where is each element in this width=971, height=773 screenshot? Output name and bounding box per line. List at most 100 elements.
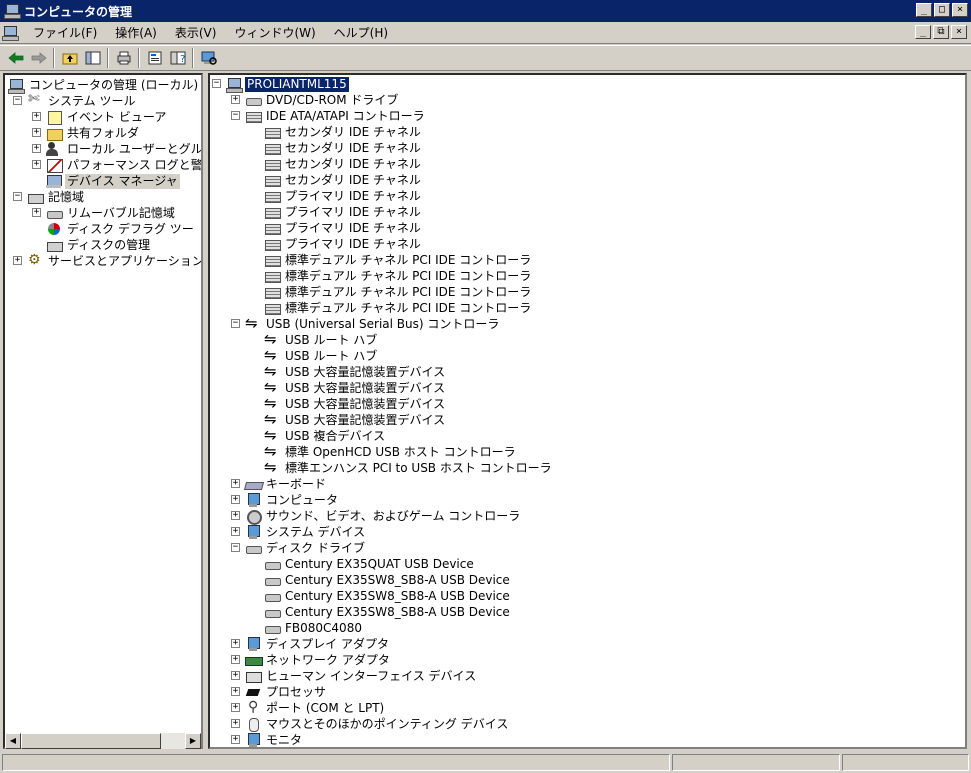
tree-item[interactable]: IDE ATA/ATAPI コントローラ — [245, 108, 427, 124]
expand-toggle[interactable]: + — [32, 128, 41, 137]
collapse-toggle[interactable]: − — [13, 192, 22, 201]
expand-toggle[interactable]: + — [231, 687, 240, 696]
tree-item[interactable]: ディスク ドライブ — [245, 540, 367, 556]
mdi-minimize-button[interactable]: _ — [915, 25, 931, 39]
tree-item[interactable]: キーボード — [245, 476, 328, 492]
tree-item[interactable]: ディスク デフラグ ツー — [46, 221, 196, 237]
expand-toggle[interactable]: + — [231, 639, 240, 648]
forward-icon[interactable] — [27, 47, 50, 69]
tree-item[interactable]: コンピュータ — [245, 492, 340, 508]
tree-item[interactable]: プライマリ IDE チャネル — [264, 220, 423, 236]
menu-window[interactable]: ウィンドウ(W) — [225, 23, 324, 43]
properties-icon[interactable] — [143, 47, 166, 69]
expand-toggle[interactable]: + — [13, 256, 22, 265]
minimize-button[interactable]: _ — [916, 3, 932, 17]
tree-item[interactable]: プロセッサ — [245, 684, 328, 700]
expand-toggle[interactable]: + — [32, 112, 41, 121]
expand-toggle[interactable]: + — [231, 735, 240, 744]
tree-item[interactable]: FB080C4080 — [264, 620, 364, 636]
tree-item[interactable]: マウスとそのほかのポインティング デバイス — [245, 716, 510, 732]
expand-toggle[interactable]: + — [231, 703, 240, 712]
tree-item[interactable]: イベント ビューア — [46, 109, 168, 125]
tree-item[interactable]: ネットワーク アダプタ — [245, 652, 392, 668]
tree-item[interactable]: 共有フォルダ — [46, 125, 141, 141]
menu-action[interactable]: 操作(A) — [106, 23, 166, 43]
expand-toggle[interactable]: + — [231, 719, 240, 728]
expand-toggle[interactable]: + — [231, 479, 240, 488]
expand-toggle[interactable]: + — [32, 160, 41, 169]
menu-help[interactable]: ヘルプ(H) — [325, 23, 397, 43]
expand-toggle[interactable]: + — [231, 671, 240, 680]
tree-item[interactable]: 標準デュアル チャネル PCI IDE コントローラ — [264, 252, 533, 268]
device-tree-pane[interactable]: − PROLIANTML115 + DVD/CD-ROM ドライブ − IDE ATA/A… — [208, 73, 967, 749]
scroll-right-button[interactable]: ▶ — [185, 733, 201, 749]
collapse-toggle[interactable]: − — [231, 111, 240, 120]
collapse-toggle[interactable]: − — [212, 79, 221, 88]
tree-item[interactable]: USB 大容量記憶装置デバイス — [264, 378, 447, 396]
tree-item[interactable]: ディスクの管理 — [46, 237, 152, 253]
tree-item[interactable]: ディスプレイ アダプタ — [245, 636, 391, 652]
close-button[interactable]: × — [952, 3, 968, 17]
menu-file[interactable]: ファイル(F) — [24, 23, 106, 43]
tree-item[interactable]: サービスとアプリケーション — [27, 252, 201, 269]
tree-item[interactable]: セカンダリ IDE チャネル — [264, 124, 423, 140]
tree-item[interactable]: ヒューマン インターフェイス デバイス — [245, 668, 478, 684]
back-icon[interactable] — [4, 47, 27, 69]
tree-item[interactable]: USB 大容量記憶装置デバイス — [264, 394, 447, 412]
expand-toggle[interactable]: + — [32, 144, 41, 153]
mdi-close-button[interactable]: × — [951, 25, 967, 39]
tree-item[interactable]: システム デバイス — [245, 524, 367, 540]
console-tree-pane[interactable]: コンピュータの管理 (ローカル)−システム ツール+イベント ビューア+共有フォ… — [3, 73, 203, 749]
tree-item[interactable]: パフォーマンス ログと警 — [46, 157, 201, 173]
collapse-toggle[interactable]: − — [231, 543, 240, 552]
collapse-toggle[interactable]: − — [13, 96, 22, 105]
tree-item[interactable]: セカンダリ IDE チャネル — [264, 140, 423, 156]
tree-item[interactable]: ポート (COM と LPT) — [245, 699, 386, 716]
tree-item[interactable]: デバイス マネージャ — [46, 173, 180, 189]
tree-item[interactable]: Century EX35SW8_SB8-A USB Device — [264, 572, 512, 588]
document-menu-icon[interactable] — [2, 25, 20, 41]
expand-toggle[interactable]: + — [231, 95, 240, 104]
scroll-left-button[interactable]: ◀ — [5, 733, 21, 749]
tree-item[interactable]: サウンド、ビデオ、およびゲーム コントローラ — [245, 508, 522, 525]
tree-item[interactable]: リムーバブル記憶域 — [46, 205, 177, 221]
print-icon[interactable] — [112, 47, 135, 69]
tree-item[interactable]: ローカル ユーザーとグル — [46, 141, 201, 157]
tree-item[interactable]: プライマリ IDE チャネル — [264, 236, 423, 252]
menu-view[interactable]: 表示(V) — [166, 23, 226, 43]
expand-toggle[interactable]: + — [231, 495, 240, 504]
tree-item[interactable]: DVD/CD-ROM ドライブ — [245, 92, 400, 108]
tree-item[interactable]: プライマリ IDE チャネル — [264, 188, 423, 204]
tree-item[interactable]: 標準 OpenHCD USB ホスト コントローラ — [264, 442, 518, 460]
mdi-restore-button[interactable]: ⧉ — [933, 25, 949, 39]
tree-item[interactable]: システム ツール — [27, 91, 137, 109]
scroll-thumb[interactable] — [21, 733, 161, 749]
tree-item[interactable]: PROLIANTML115 — [226, 76, 349, 93]
tree-item[interactable]: Century EX35SW8_SB8-A USB Device — [264, 588, 512, 604]
tree-item[interactable]: Century EX35SW8_SB8-A USB Device — [264, 604, 512, 620]
tree-item[interactable]: セカンダリ IDE チャネル — [264, 172, 423, 188]
tree-item[interactable]: セカンダリ IDE チャネル — [264, 156, 423, 172]
tree-item[interactable]: USB ルート ハブ — [264, 330, 379, 348]
tree-item[interactable]: USB 大容量記憶装置デバイス — [264, 410, 447, 428]
tree-item[interactable]: USB 大容量記憶装置デバイス — [264, 362, 447, 380]
maximize-button[interactable]: □ — [934, 3, 950, 17]
tree-item[interactable]: USB ルート ハブ — [264, 346, 379, 364]
show-hide-tree-icon[interactable] — [81, 47, 104, 69]
scan-hardware-icon[interactable] — [197, 47, 220, 69]
tree-item[interactable]: 標準デュアル チャネル PCI IDE コントローラ — [264, 300, 533, 316]
up-folder-icon[interactable] — [58, 47, 81, 69]
tree-item[interactable]: 標準エンハンス PCI to USB ホスト コントローラ — [264, 458, 554, 476]
expand-toggle[interactable]: + — [231, 511, 240, 520]
help-icon[interactable]: ? — [166, 47, 189, 69]
tree-item[interactable]: モニタ — [245, 732, 304, 747]
tree-item[interactable]: USB (Universal Serial Bus) コントローラ — [245, 314, 501, 332]
tree-item[interactable]: 標準デュアル チャネル PCI IDE コントローラ — [264, 268, 533, 284]
expand-toggle[interactable]: + — [32, 208, 41, 217]
collapse-toggle[interactable]: − — [231, 319, 240, 328]
tree-item[interactable]: Century EX35QUAT USB Device — [264, 556, 476, 572]
tree-item[interactable]: 記憶域 — [27, 189, 86, 205]
tree-item[interactable]: プライマリ IDE チャネル — [264, 204, 423, 220]
tree-item[interactable]: USB 複合デバイス — [264, 426, 387, 444]
expand-toggle[interactable]: + — [231, 655, 240, 664]
